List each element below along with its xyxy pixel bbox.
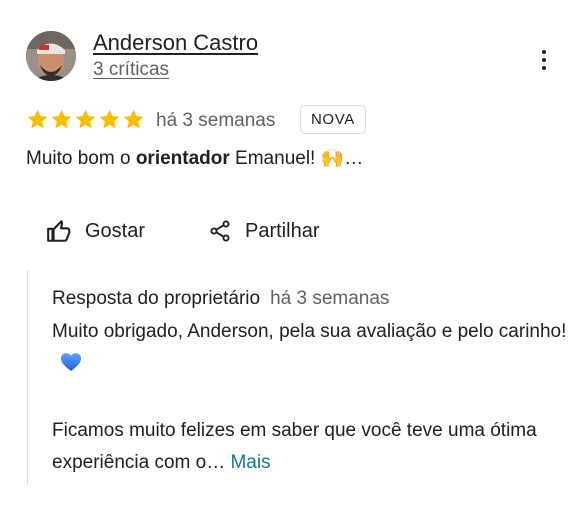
reply-divider	[27, 270, 28, 485]
star-icon	[75, 109, 96, 129]
owner-reply-paragraph-1: Muito obrigado, Anderson, pela sua avali…	[52, 316, 567, 383]
reviewer-review-count[interactable]: 3 críticas	[93, 59, 169, 81]
thumbs-up-icon	[47, 220, 71, 242]
like-label: Gostar	[85, 219, 146, 242]
new-badge: NOVA	[300, 105, 366, 134]
more-options-icon[interactable]	[530, 45, 558, 75]
review-text-end: Emanuel!	[229, 148, 316, 169]
owner-reply-paragraph-2-text: Ficamos muito felizes em saber que você …	[52, 420, 537, 473]
share-label: Partilhar	[245, 219, 320, 242]
star-icon	[99, 109, 120, 129]
raising-hands-emoji: 🙌	[320, 148, 345, 169]
owner-reply-time: há 3 semanas	[270, 288, 390, 309]
owner-reply-header: Resposta do proprietário há 3 semanas	[52, 288, 389, 310]
star-icon	[123, 109, 144, 129]
star-icon	[27, 109, 48, 129]
avatar-photo-icon	[26, 31, 76, 81]
review-time: há 3 semanas	[156, 110, 276, 131]
owner-reply-text[interactable]: Muito obrigado, Anderson, pela sua avali…	[52, 316, 567, 479]
share-button[interactable]: Partilhar	[208, 214, 319, 248]
reviewer-name[interactable]: Anderson Castro	[93, 30, 258, 56]
review-text-bold: orientador	[135, 148, 230, 169]
blue-heart-icon	[60, 351, 82, 383]
review-text[interactable]: Muito bom o orientador Emanuel! 🙌…	[26, 146, 363, 170]
more-link[interactable]: Mais	[230, 452, 270, 473]
owner-reply-paragraph-1-text: Muito obrigado, Anderson, pela sua avali…	[52, 321, 567, 342]
like-button[interactable]: Gostar	[46, 214, 145, 248]
owner-reply-label: Resposta do proprietário	[52, 288, 261, 309]
share-icon	[210, 220, 230, 242]
review-text-start: Muito bom o	[26, 148, 136, 169]
review-ellipsis: …	[344, 148, 364, 169]
owner-reply-paragraph-2: Ficamos muito felizes em saber que você …	[52, 415, 567, 479]
star-icon	[51, 109, 72, 129]
star-rating	[26, 108, 145, 131]
reviewer-avatar[interactable]	[26, 31, 76, 81]
